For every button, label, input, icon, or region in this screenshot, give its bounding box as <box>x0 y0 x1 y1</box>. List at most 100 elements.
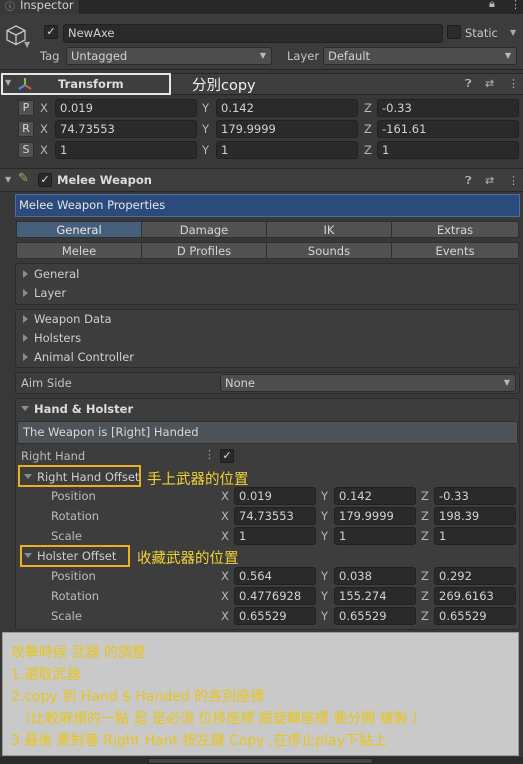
tab-damage[interactable]: Damage <box>141 221 267 238</box>
x-axis-label: X <box>221 509 229 523</box>
tab-sounds[interactable]: Sounds <box>266 242 392 259</box>
ho-rotation-x-field[interactable]: 0.4776928 <box>234 587 316 605</box>
foldout-layer[interactable]: Layer <box>23 284 66 302</box>
ho-position-z-field[interactable]: 0.292 <box>434 567 516 585</box>
tab-general[interactable]: General <box>16 221 142 238</box>
tab-ik[interactable]: IK <box>266 221 392 238</box>
scale-z-field[interactable]: 1 <box>377 141 519 159</box>
inspector-tab[interactable]: ⓘ Inspector <box>0 0 80 14</box>
preset-icon[interactable]: ⇄ <box>485 174 494 187</box>
foldout-weapon-data[interactable]: Weapon Data <box>23 310 112 328</box>
rh-position-x-field[interactable]: 0.019 <box>234 487 316 505</box>
right-hand-checkbox[interactable]: ✓ <box>220 449 234 463</box>
rh-position-z-field[interactable]: -0.33 <box>434 487 516 505</box>
foldout-weapon-data-label: Weapon Data <box>34 312 112 326</box>
x-axis-label: X <box>221 609 229 623</box>
foldout-arrow-icon <box>23 352 28 361</box>
y-axis-label: Y <box>321 569 329 583</box>
foldout-arrow-icon <box>23 314 28 323</box>
z-axis-label: Z <box>421 489 429 503</box>
object-name-field[interactable]: NewAxe <box>63 24 443 43</box>
instructions-line-5: 3.最後 要對著 Right Hant 按左鍵 Copy ,在停止play下貼上 <box>11 733 387 749</box>
ho-rotation-y-field[interactable]: 155.274 <box>334 587 416 605</box>
ho-scale-label: Scale <box>51 609 82 623</box>
rh-rotation-y-field[interactable]: 179.9999 <box>334 507 416 525</box>
rh-rotation-x-field[interactable]: 74.73553 <box>234 507 316 525</box>
static-checkbox[interactable] <box>447 25 461 39</box>
layer-label: Layer <box>287 49 320 63</box>
transform-annotation: 分別copy <box>192 78 256 94</box>
help-icon[interactable]: ❓︎ <box>465 174 472 188</box>
right-hand-label: Right Hand <box>21 449 86 463</box>
rotation-x-field[interactable]: 74.73553 <box>55 120 197 138</box>
ho-position-x-field[interactable]: 0.564 <box>234 567 316 585</box>
rotation-button[interactable]: R <box>18 121 34 137</box>
foldout-hand-holster[interactable]: Hand & Holster <box>21 400 133 418</box>
ho-scale-x-field[interactable]: 0.65529 <box>234 607 316 625</box>
position-z-field[interactable]: -0.33 <box>377 99 519 117</box>
ho-position-y-field[interactable]: 0.038 <box>334 567 416 585</box>
position-x-field[interactable]: 0.019 <box>55 99 197 117</box>
chevron-down-icon[interactable]: ▼ <box>24 40 30 49</box>
static-dropdown-icon[interactable]: ▼ <box>510 28 516 37</box>
tab-d-profiles[interactable]: D Profiles <box>141 242 267 259</box>
kebab-menu-icon[interactable]: ⋮ <box>508 77 519 90</box>
position-button[interactable]: P <box>18 100 34 116</box>
kebab-menu-icon[interactable]: ⋮ <box>508 174 519 187</box>
rh-scale-x-field[interactable]: 1 <box>234 527 316 545</box>
rotation-z-field[interactable]: -161.61 <box>377 120 519 138</box>
ho-rotation-z-field[interactable]: 269.6163 <box>434 587 516 605</box>
tag-dropdown[interactable]: Untagged ▼ <box>66 47 272 65</box>
help-icon[interactable]: ❓︎ <box>465 77 472 91</box>
info-icon: ⓘ <box>5 2 15 13</box>
rotation-y-field[interactable]: 179.9999 <box>216 120 358 138</box>
x-axis-label: X <box>221 529 229 543</box>
melee-weapon-enabled-checkbox[interactable]: ✓ <box>38 173 52 187</box>
scale-x-field[interactable]: 1 <box>55 141 197 159</box>
foldout-general[interactable]: General <box>23 265 79 283</box>
bottom-button[interactable] <box>148 758 373 764</box>
kebab-menu-icon[interactable]: ⋮ <box>510 0 521 11</box>
aim-side-dropdown[interactable]: None ▼ <box>220 374 516 392</box>
y-axis-label: Y <box>321 489 329 503</box>
foldout-arrow-icon[interactable]: ▼ <box>5 175 11 184</box>
position-y-field[interactable]: 0.142 <box>216 99 358 117</box>
rh-position-y-field[interactable]: 0.142 <box>334 487 416 505</box>
rh-rotation-z-field[interactable]: 198.39 <box>434 507 516 525</box>
foldout-layer-label: Layer <box>34 286 67 300</box>
foldout-general-label: General <box>34 267 80 281</box>
scale-y-field[interactable]: 1 <box>216 141 358 159</box>
melee-weapon-title: Melee Weapon <box>57 173 152 187</box>
properties-header: Melee Weapon Properties <box>15 194 520 217</box>
ho-scale-z-field[interactable]: 0.65529 <box>434 607 516 625</box>
instructions-line-1: 攻擊時候 武器 的調整 <box>11 645 146 661</box>
layer-dropdown[interactable]: Default ▼ <box>323 47 517 65</box>
preset-icon[interactable]: ⇄ <box>485 77 494 90</box>
script-icon: ✎ <box>18 171 29 186</box>
ho-scale-y-field[interactable]: 0.65529 <box>334 607 416 625</box>
foldout-arrow-icon <box>21 406 29 411</box>
rh-scale-z-field[interactable]: 1 <box>434 527 516 545</box>
foldout-animal-controller[interactable]: Animal Controller <box>23 348 134 366</box>
tab-events[interactable]: Events <box>391 242 519 259</box>
tab-melee[interactable]: Melee <box>16 242 142 259</box>
foldout-holsters[interactable]: Holsters <box>23 329 81 347</box>
y-axis-label: Y <box>321 589 329 603</box>
hand-holster-title: Hand & Holster <box>34 402 134 416</box>
kebab-menu-icon[interactable]: ⋮ <box>204 448 215 461</box>
active-checkbox[interactable]: ✓ <box>44 25 58 39</box>
right-hand-offset-highlight <box>18 465 141 487</box>
z-axis-label: Z <box>364 101 372 115</box>
z-axis-label: Z <box>421 509 429 523</box>
instructions-line-3: 2.copy 到 Hand $ Handed 的各別座標 <box>11 689 265 705</box>
y-axis-label: Y <box>321 529 329 543</box>
dropdown-arrow-icon: ▼ <box>503 378 510 387</box>
scale-button[interactable]: S <box>18 142 34 158</box>
rh-scale-y-field[interactable]: 1 <box>334 527 416 545</box>
x-axis-label: X <box>40 101 48 115</box>
z-axis-label: Z <box>364 122 372 136</box>
foldout-group-1 <box>15 263 520 305</box>
lock-icon[interactable]: 🔒︎ <box>489 0 495 11</box>
instructions-line-2: 1.選取武器 <box>11 667 81 683</box>
tab-extras[interactable]: Extras <box>391 221 519 238</box>
